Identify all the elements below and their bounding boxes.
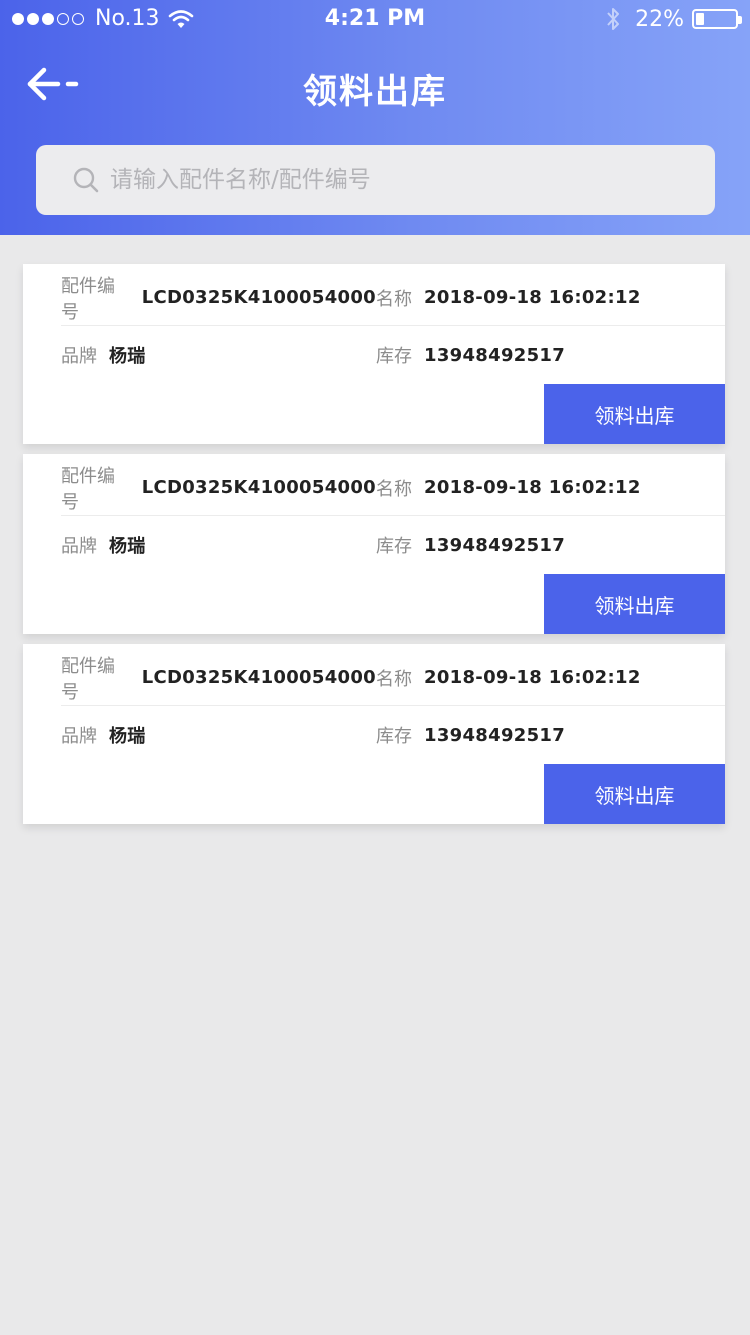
stock-label: 库存 — [376, 726, 412, 747]
issue-material-button[interactable]: 领料出库 — [544, 764, 725, 824]
part-number-label: 配件编号 — [61, 655, 115, 703]
battery-tip — [738, 16, 742, 24]
brand-field: 品牌 杨瑞 — [61, 722, 376, 748]
item-row-bottom: 品牌 杨瑞 库存 13948492517 — [61, 517, 725, 573]
search-bar[interactable] — [36, 145, 715, 215]
parts-list: 配件编号 LCD0325K4100054000 名称 2018-09-18 16… — [23, 264, 725, 834]
list-item: 配件编号 LCD0325K4100054000 名称 2018-09-18 16… — [23, 644, 725, 824]
name-value: 2018-09-18 16:02:12 — [424, 477, 641, 498]
item-row-top: 配件编号 LCD0325K4100054000 名称 2018-09-18 16… — [61, 650, 725, 706]
name-label: 名称 — [376, 478, 412, 500]
part-number-value: LCD0325K4100054000 — [141, 287, 376, 308]
navbar: 领料出库 — [0, 50, 750, 120]
issue-material-button[interactable]: 领料出库 — [544, 574, 725, 634]
item-row-top: 配件编号 LCD0325K4100054000 名称 2018-09-18 16… — [61, 460, 725, 516]
search-input[interactable] — [110, 160, 670, 200]
status-bar: No.13 4:21 PM 22% — [0, 0, 750, 40]
part-number-field: 配件编号 LCD0325K4100054000 — [61, 272, 376, 324]
part-number-field: 配件编号 LCD0325K4100054000 — [61, 462, 376, 514]
part-number-field: 配件编号 LCD0325K4100054000 — [61, 652, 376, 704]
item-row-bottom: 品牌 杨瑞 库存 13948492517 — [61, 327, 725, 383]
part-number-label: 配件编号 — [61, 275, 115, 323]
brand-label: 品牌 — [61, 726, 97, 747]
brand-field: 品牌 杨瑞 — [61, 532, 376, 558]
stock-value: 13948492517 — [424, 724, 566, 746]
part-number-value: LCD0325K4100054000 — [141, 477, 376, 498]
brand-label: 品牌 — [61, 536, 97, 557]
stock-value: 13948492517 — [424, 534, 566, 556]
stock-field: 库存 13948492517 — [376, 342, 565, 368]
name-label: 名称 — [376, 668, 412, 690]
bluetooth-icon — [607, 8, 620, 30]
battery-level — [696, 13, 704, 25]
name-field: 名称 2018-09-18 16:02:12 — [376, 665, 641, 691]
brand-value: 杨瑞 — [109, 346, 146, 367]
stock-field: 库存 13948492517 — [376, 532, 565, 558]
brand-label: 品牌 — [61, 346, 97, 367]
battery-icon — [692, 9, 742, 29]
stock-field: 库存 13948492517 — [376, 722, 565, 748]
item-row-top: 配件编号 LCD0325K4100054000 名称 2018-09-18 16… — [61, 270, 725, 326]
stock-label: 库存 — [376, 536, 412, 557]
stock-value: 13948492517 — [424, 344, 566, 366]
name-value: 2018-09-18 16:02:12 — [424, 287, 641, 308]
page-title: 领料出库 — [303, 72, 447, 112]
brand-value: 杨瑞 — [109, 726, 146, 747]
name-label: 名称 — [376, 288, 412, 310]
search-icon — [73, 167, 99, 193]
issue-material-button[interactable]: 领料出库 — [544, 384, 725, 444]
stock-label: 库存 — [376, 346, 412, 367]
part-number-value: LCD0325K4100054000 — [141, 667, 376, 688]
brand-field: 品牌 杨瑞 — [61, 342, 376, 368]
list-item: 配件编号 LCD0325K4100054000 名称 2018-09-18 16… — [23, 454, 725, 634]
name-field: 名称 2018-09-18 16:02:12 — [376, 285, 641, 311]
brand-value: 杨瑞 — [109, 536, 146, 557]
header: No.13 4:21 PM 22% 领料出库 — [0, 0, 750, 235]
part-number-label: 配件编号 — [61, 465, 115, 513]
list-item: 配件编号 LCD0325K4100054000 名称 2018-09-18 16… — [23, 264, 725, 444]
name-value: 2018-09-18 16:02:12 — [424, 667, 641, 688]
status-right: 22% — [605, 6, 742, 32]
battery-percent: 22% — [635, 6, 684, 32]
name-field: 名称 2018-09-18 16:02:12 — [376, 475, 641, 501]
item-row-bottom: 品牌 杨瑞 库存 13948492517 — [61, 707, 725, 763]
